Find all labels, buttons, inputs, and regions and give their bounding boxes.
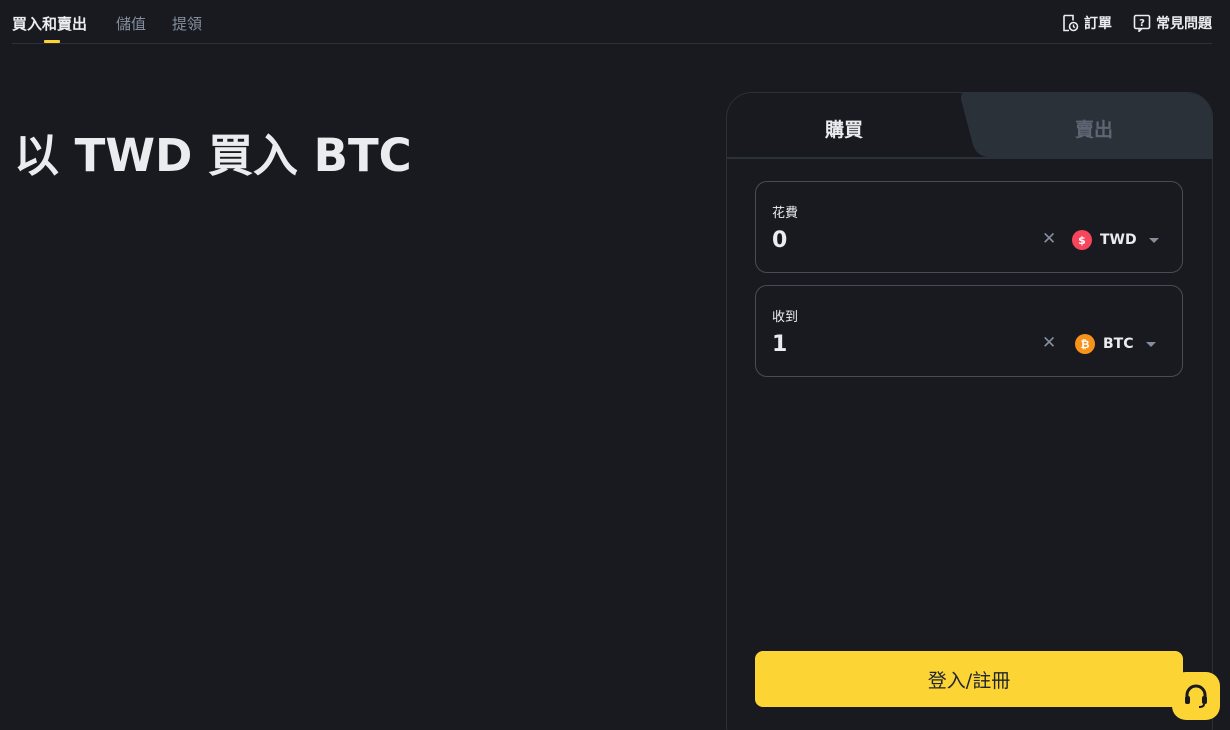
headset-icon (1185, 684, 1207, 708)
faq-link[interactable]: ? 常見問題 (1133, 13, 1212, 33)
chevron-down-icon (1148, 237, 1159, 243)
tab-sell[interactable]: 賣出 (1075, 115, 1113, 142)
faq-label: 常見問題 (1156, 16, 1212, 32)
spend-field[interactable]: 花費 ✕ $ TWD (755, 181, 1183, 273)
svg-text:?: ? (1139, 18, 1145, 29)
spend-currency-label: TWD (1100, 232, 1137, 248)
card-tabs: 購買 賣出 (727, 93, 1212, 159)
spend-label: 花費 (772, 206, 799, 221)
faq-icon: ? (1133, 14, 1151, 32)
trade-card: 購買 賣出 花費 ✕ $ TWD 收到 ✕ ₿ BTC 登入/註冊 (726, 92, 1213, 730)
dollar-coin-icon: $ (1072, 230, 1092, 250)
support-chat-button[interactable] (1172, 672, 1220, 720)
receive-label: 收到 (772, 310, 799, 325)
login-register-button[interactable]: 登入/註冊 (755, 651, 1183, 707)
chevron-down-icon (1145, 341, 1156, 347)
receive-currency-label: BTC (1103, 336, 1134, 352)
receive-currency-select[interactable]: ₿ BTC (1075, 334, 1156, 354)
page-title: 以 TWD 買入 BTC (14, 129, 412, 182)
orders-link[interactable]: 訂單 (1061, 13, 1112, 33)
spend-input[interactable] (772, 228, 1012, 253)
spend-currency-select[interactable]: $ TWD (1072, 230, 1159, 250)
receive-input[interactable] (772, 332, 1012, 357)
orders-icon (1063, 14, 1079, 32)
top-nav: 買入和賣出 儲值 提領 訂單 ? 常見問題 (12, 0, 1212, 44)
tab-deposit[interactable]: 儲值 (116, 14, 146, 34)
card-tab-shape (727, 93, 1212, 159)
receive-clear-icon[interactable]: ✕ (1042, 333, 1056, 353)
tab-withdraw[interactable]: 提領 (172, 14, 202, 34)
spend-clear-icon[interactable]: ✕ (1042, 229, 1056, 249)
bitcoin-icon: ₿ (1075, 334, 1095, 354)
tab-buy[interactable]: 購買 (825, 115, 863, 142)
active-tab-indicator (44, 40, 60, 43)
orders-label: 訂單 (1084, 16, 1112, 32)
receive-field[interactable]: 收到 ✕ ₿ BTC (755, 285, 1183, 377)
tab-buy-sell[interactable]: 買入和賣出 (12, 14, 87, 34)
